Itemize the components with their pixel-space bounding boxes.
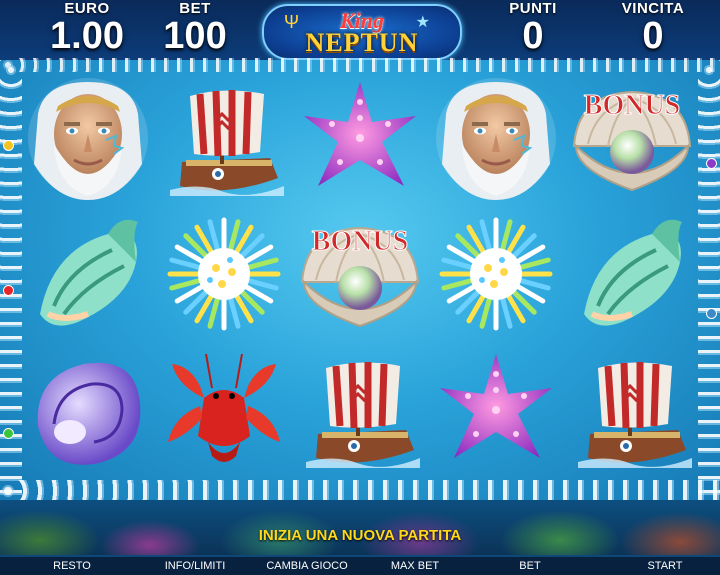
punti-display: PUNTI 0	[488, 0, 578, 55]
bet-value: 100	[163, 15, 227, 57]
reel-symbol-sea-urchin	[156, 206, 292, 342]
bubbles-bottom-border	[0, 480, 720, 502]
resto-button[interactable]: RESTO	[36, 557, 108, 575]
starfish-icon	[440, 354, 552, 458]
bubbles-right-border	[698, 60, 720, 500]
reel-symbol-bonus-pearl: BONUS	[292, 206, 428, 342]
spiral-shell-icon	[37, 362, 141, 465]
reel-symbol-sea-urchin	[428, 206, 564, 342]
status-message: INIZIA UNA NUOVA PARTITA	[258, 527, 462, 544]
payline-gem-left-1	[3, 140, 14, 151]
reel-symbol-neptune	[428, 70, 564, 206]
conch-shell-icon	[584, 219, 682, 326]
payline-gem-left-3	[3, 428, 14, 439]
euro-value: 1.00	[50, 15, 124, 57]
reel-symbol-ship	[156, 70, 292, 206]
top-hud: EURO 1.00 BET 100 Ψ ★ King NEPTUN PUNTI …	[0, 0, 720, 62]
reels: BONUS BONUS	[20, 70, 700, 478]
bet-button[interactable]: BET	[500, 557, 560, 575]
slot-game-screen: EURO 1.00 BET 100 Ψ ★ King NEPTUN PUNTI …	[0, 0, 720, 575]
reel-symbol-spiral-shell	[20, 342, 156, 478]
conch-shell-icon	[40, 219, 138, 326]
payline-gem-right-1	[706, 158, 717, 169]
vincita-display: VINCITA 0	[598, 0, 708, 55]
reel-symbol-lobster	[156, 342, 292, 478]
bonus-pearl-icon: BONUS	[572, 90, 692, 192]
payline-gem-left-2	[3, 285, 14, 296]
sea-urchin-icon	[167, 217, 281, 331]
reel-symbol-conch-shell	[564, 206, 700, 342]
neptune-icon	[436, 78, 556, 200]
reel-symbol-ship	[564, 342, 700, 478]
starfish-icon	[304, 82, 416, 186]
cambia-gioco-button[interactable]: CAMBIA GIOCO	[252, 557, 362, 575]
payline-gem-right-2	[706, 308, 717, 319]
punti-value: 0	[522, 15, 544, 57]
max-bet-button[interactable]: MAX BET	[380, 557, 450, 575]
king-neptun-logo: Ψ ★ King NEPTUN	[262, 4, 462, 60]
ship-icon	[306, 362, 420, 468]
svg-text:BONUS: BONUS	[312, 226, 408, 257]
bet-display: BET 100	[150, 0, 240, 55]
svg-text:BONUS: BONUS	[584, 90, 680, 121]
neptune-icon	[28, 78, 148, 200]
ship-icon	[578, 362, 692, 468]
start-button[interactable]: START	[630, 557, 700, 575]
sea-urchin-icon	[439, 217, 553, 331]
logo-neptun-text: NEPTUN	[305, 28, 419, 57]
button-bar: RESTO INFO/LIMITI CAMBIA GIOCO MAX BET B…	[0, 557, 720, 575]
euro-display: EURO 1.00	[28, 0, 146, 55]
vincita-value: 0	[642, 15, 664, 57]
reel-symbol-starfish	[428, 342, 564, 478]
reel-symbol-bonus-pearl: BONUS	[564, 70, 700, 206]
bonus-pearl-icon: BONUS	[300, 226, 420, 328]
reel-symbol-starfish	[292, 70, 428, 206]
reel-symbol-conch-shell	[20, 206, 156, 342]
ship-icon	[170, 90, 284, 196]
info-limiti-button[interactable]: INFO/LIMITI	[145, 557, 245, 575]
reel-symbol-neptune	[20, 70, 156, 206]
lobster-icon	[168, 353, 280, 462]
reel-symbol-ship	[292, 342, 428, 478]
